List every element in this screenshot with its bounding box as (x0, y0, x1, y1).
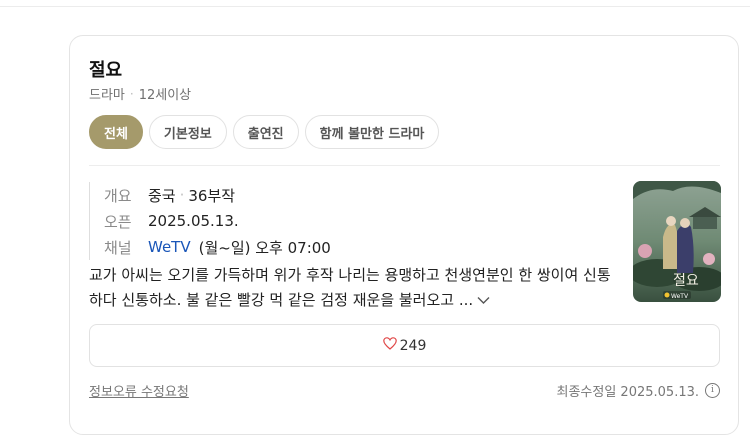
poster-image[interactable]: 절요 WeTV (633, 181, 721, 302)
overview-key: 개요 (104, 186, 132, 205)
category-label: 드라마 (89, 88, 125, 103)
tab-all[interactable]: 전체 (89, 115, 143, 149)
meta-separator: · (129, 86, 134, 101)
schedule-value: (월~일) 오후 07:00 (198, 238, 331, 257)
drama-meta: 드라마 · 12세이상 (89, 84, 192, 104)
info-row-open: 오픈 2025.05.13. (104, 208, 331, 234)
like-button[interactable]: 249 (89, 324, 720, 367)
synopsis-text: 교가 아씨는 오기를 가득하며 위가 후작 나리는 용맹하고 천생연분인 한 쌍… (89, 266, 611, 309)
info-row-channel: 채널 WeTV (월~일) 오후 07:00 (104, 234, 331, 260)
info-separator: · (179, 186, 185, 204)
chevron-down-icon[interactable] (477, 291, 490, 309)
drama-title[interactable]: 절요 (89, 56, 122, 82)
tab-basic-info[interactable]: 기본정보 (148, 115, 227, 149)
open-date-value: 2025.05.13. (148, 212, 239, 230)
info-list: 개요 중국 · 36부작 오픈 2025.05.13. 채널 WeTV (월~일… (89, 182, 331, 260)
drama-info-card: 절요 드라마 · 12세이상 전체 기본정보 출연진 함께 볼만한 드라마 개요… (69, 35, 739, 435)
episodes-value: 36부작 (188, 186, 236, 205)
open-key: 오픈 (104, 212, 132, 231)
tab-cast[interactable]: 출연진 (232, 115, 299, 149)
info-icon[interactable]: i (705, 383, 720, 398)
top-divider (0, 6, 750, 7)
tab-bar: 전체 기본정보 출연진 함께 볼만한 드라마 (89, 115, 440, 149)
poster-badge: WeTV (671, 293, 689, 300)
section-divider (89, 165, 720, 166)
channel-key: 채널 (104, 238, 132, 257)
like-count: 249 (399, 337, 427, 354)
report-error-link[interactable]: 정보오류 수정요청 (89, 381, 189, 400)
updated-text: 최종수정일 2025.05.13. (556, 385, 700, 400)
heart-icon (382, 337, 400, 354)
info-row-overview: 개요 중국 · 36부작 (104, 182, 331, 208)
age-rating: 12세이상 (138, 88, 192, 103)
tab-recommended[interactable]: 함께 볼만한 드라마 (304, 115, 440, 149)
synopsis[interactable]: 교가 아씨는 오기를 가득하며 위가 후작 나리는 용맹하고 천생연분인 한 쌍… (89, 263, 614, 313)
last-updated: 최종수정일 2025.05.13. i (556, 381, 720, 400)
country-value: 중국 (148, 186, 176, 205)
channel-link[interactable]: WeTV (148, 238, 191, 256)
poster-title-overlay: 절요 (673, 273, 699, 289)
